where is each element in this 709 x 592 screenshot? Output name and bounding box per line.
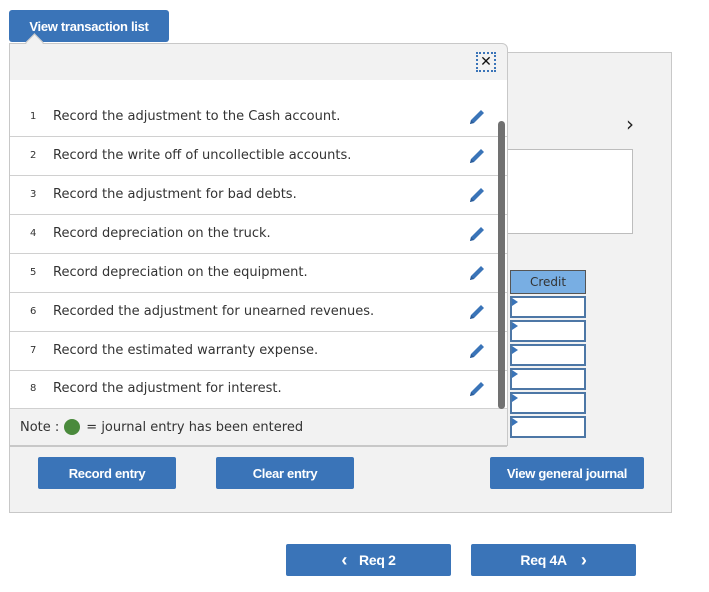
pencil-edit-icon[interactable] [468,108,486,126]
pencil-edit-icon[interactable] [468,264,486,282]
view-general-journal-label: View general journal [506,465,628,481]
record-entry-label: Record entry [68,465,146,481]
chevron-right-icon: › [580,549,587,570]
pencil-edit-icon[interactable] [468,342,486,360]
transaction-row[interactable]: 1 Record the adjustment to the Cash accou… [10,98,507,137]
cell-marker-icon [512,322,518,330]
transaction-description: Record the write off of uncollectible ac… [53,148,352,163]
record-entry-button[interactable]: Record entry [38,457,176,489]
credit-column: Credit [510,270,586,438]
transaction-number: 8 [30,383,37,394]
pencil-edit-icon[interactable] [468,225,486,243]
credit-input[interactable] [510,416,586,438]
entered-indicator-icon [64,419,81,435]
pencil-edit-icon[interactable] [468,303,486,321]
transaction-description: Record the estimated warranty expense. [53,343,319,358]
next-transaction-arrow-icon[interactable]: › [626,112,634,136]
transaction-number: 3 [30,189,37,200]
credit-input[interactable] [510,392,586,414]
transaction-number: 6 [30,306,37,317]
transaction-description: Record the adjustment for interest. [53,381,282,396]
transaction-list-scrollbar[interactable] [498,121,505,409]
legend-note: Note : = journal entry has been entered [20,419,303,435]
prev-requirement-label: Req 2 [359,552,396,568]
view-general-journal-button[interactable]: View general journal [490,457,644,489]
divider [10,446,507,447]
credit-header: Credit [510,270,586,294]
transaction-description: Record depreciation on the equipment. [53,265,308,280]
transaction-list: 1 Record the adjustment to the Cash accou… [10,80,507,409]
transaction-row[interactable]: 5 Record depreciation on the equipment. [10,254,507,293]
note-prefix: Note : [20,419,60,435]
transaction-row[interactable]: 4 Record depreciation on the truck. [10,215,507,254]
transaction-row[interactable]: 6 Recorded the adjustment for unearned re… [10,293,507,332]
transaction-row[interactable]: 3 Record the adjustment for bad debts. [10,176,507,215]
pencil-edit-icon[interactable] [468,186,486,204]
transaction-row[interactable]: 7 Record the estimated warranty expense. [10,332,507,371]
transaction-description: Record the adjustment to the Cash accoun… [53,109,341,124]
transaction-number: 2 [30,150,37,161]
note-text: = journal entry has been entered [86,419,304,435]
credit-input[interactable] [510,344,586,366]
transaction-row[interactable]: 8 Record the adjustment for interest. [10,370,507,409]
transaction-description: Record depreciation on the truck. [53,226,271,241]
entry-description-box[interactable] [505,149,633,234]
cell-marker-icon [512,370,518,378]
cell-marker-icon [512,418,518,426]
cell-marker-icon [512,298,518,306]
next-requirement-label: Req 4A [520,552,567,568]
clear-entry-button[interactable]: Clear entry [216,457,354,489]
transaction-row[interactable]: 2 Record the write off of uncollectible a… [10,137,507,176]
transaction-description: Recorded the adjustment for unearned rev… [53,304,375,319]
transaction-number: 4 [30,228,37,239]
cell-marker-icon [512,394,518,402]
transaction-number: 5 [30,267,37,278]
transaction-description: Record the adjustment for bad debts. [53,187,297,202]
next-requirement-button[interactable]: Req 4A › [471,544,636,576]
credit-input[interactable] [510,320,586,342]
clear-entry-label: Clear entry [252,465,318,481]
view-transaction-list-label: View transaction list [29,18,149,34]
prev-requirement-button[interactable]: ‹ Req 2 [286,544,451,576]
pencil-edit-icon[interactable] [468,380,486,398]
close-popup-button[interactable]: ✕ [476,52,496,72]
cell-marker-icon [512,346,518,354]
chevron-left-icon: ‹ [341,549,348,570]
credit-input[interactable] [510,296,586,318]
transaction-number: 1 [30,111,37,122]
transaction-number: 7 [30,345,37,356]
credit-input[interactable] [510,368,586,390]
pencil-edit-icon[interactable] [468,147,486,165]
